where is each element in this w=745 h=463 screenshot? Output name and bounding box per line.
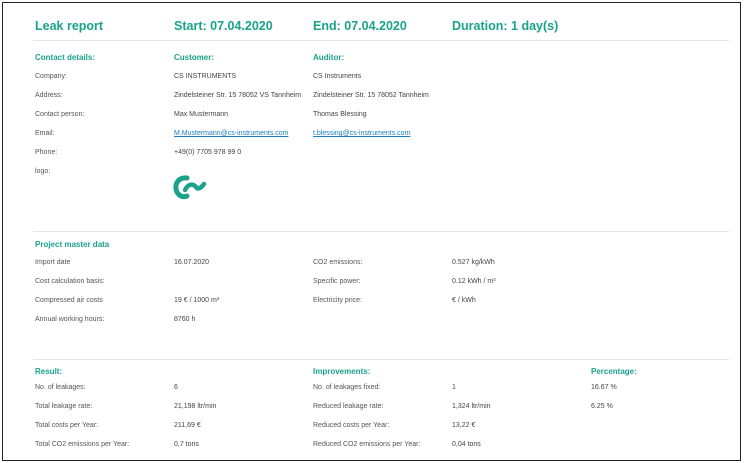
logo-label: logo: <box>35 168 51 175</box>
auditor-email-link[interactable]: t.blessing@cs-instruments.com <box>313 130 410 137</box>
improvement-row-value: 1 <box>452 384 456 391</box>
customer-phone: +49(0) 7705 978 99 0 <box>174 149 242 156</box>
master-section-title: Project master data <box>35 240 110 249</box>
import-date-label: Import date <box>35 259 71 266</box>
start-date: Start: 07.04.2020 <box>174 19 273 33</box>
result-row-label: Total CO2 emissions per Year: <box>35 441 130 448</box>
result-section-title: Result: <box>35 367 63 376</box>
working-hours-label: Annual working hours: <box>35 316 105 323</box>
customer-company: CS INSTRUMENTS <box>174 73 237 80</box>
auditor-contact-person: Thomas Blessing <box>313 111 367 118</box>
improvement-row-value: 0,04 tons <box>452 441 481 448</box>
end-date: End: 07.04.2020 <box>313 19 407 33</box>
improvement-row-label: Reduced costs per Year: <box>313 422 390 429</box>
air-costs-label: Compressed air costs <box>35 297 103 304</box>
specific-power-value: 0.12 kWh / m³ <box>452 278 496 285</box>
auditor-company: CS Instruments <box>313 73 362 80</box>
percentage-value: 16.67 % <box>591 384 617 391</box>
improvement-row-label: Reduced leakage rate: <box>313 403 384 410</box>
improvements-header: Improvements: <box>313 367 371 376</box>
result-row-value: 211,69 € <box>174 422 201 429</box>
import-date-value: 16.07.2020 <box>174 259 210 266</box>
result-row-label: Total leakage rate: <box>35 403 93 410</box>
contact-section-title: Contact details: <box>35 53 96 62</box>
improvement-row-value: 1,324 ltr/min <box>452 403 491 410</box>
contact-person-label: Contact person: <box>35 111 85 118</box>
customer-email-link[interactable]: M.Mustermann@cs-instruments.com <box>174 130 288 137</box>
contact-divider <box>33 231 729 232</box>
email-label: Email: <box>35 130 55 137</box>
result-row-label: Total costs per Year: <box>35 422 99 429</box>
percentage-header: Percentage: <box>591 367 637 376</box>
customer-header: Customer: <box>174 53 215 62</box>
result-row-value: 21,198 ltr/min <box>174 403 217 410</box>
electricity-price-value: € / kWh <box>452 297 476 304</box>
address-label: Address: <box>35 92 63 99</box>
improvement-row-label: Reduced CO2 emissions per Year: <box>313 441 421 448</box>
report-title: Leak report <box>35 19 104 33</box>
percentage-value: 6.25 % <box>591 403 613 410</box>
working-hours-value: 8760 h <box>174 316 196 323</box>
specific-power-label: Specific power: <box>313 278 361 285</box>
master-divider <box>33 359 729 360</box>
co2-emissions-label: CO2 emissions: <box>313 259 363 266</box>
customer-address: Zindelsteiner Str. 15 78052 VS Tannheim <box>174 92 302 99</box>
duration: Duration: 1 day(s) <box>452 19 559 33</box>
leak-report-page: Leak report Start: 07.04.2020 End: 07.04… <box>2 2 741 461</box>
cost-basis-label: Cost calculation basis: <box>35 278 105 285</box>
cs-instruments-logo-icon <box>173 175 207 200</box>
electricity-price-label: Electricity price: <box>313 297 363 304</box>
improvement-row-label: No. of leakages fixed: <box>313 384 381 391</box>
auditor-address: Zindelsteiner Str. 15 78052 Tannheim <box>313 92 429 99</box>
result-row-label: No. of leakages: <box>35 384 86 391</box>
air-costs-value: 19 € / 1000 m³ <box>174 297 220 304</box>
customer-contact-person: Max Mustermann <box>174 111 229 118</box>
company-label: Company: <box>35 73 67 80</box>
phone-label: Phone: <box>35 149 58 156</box>
header-divider <box>33 40 729 41</box>
result-row-value: 6 <box>174 384 178 391</box>
result-row-value: 0,7 tons <box>174 441 199 448</box>
auditor-header: Auditor: <box>313 53 345 62</box>
co2-emissions-value: 0.527 kg/kWh <box>452 259 495 266</box>
improvement-row-value: 13,22 € <box>452 422 476 429</box>
